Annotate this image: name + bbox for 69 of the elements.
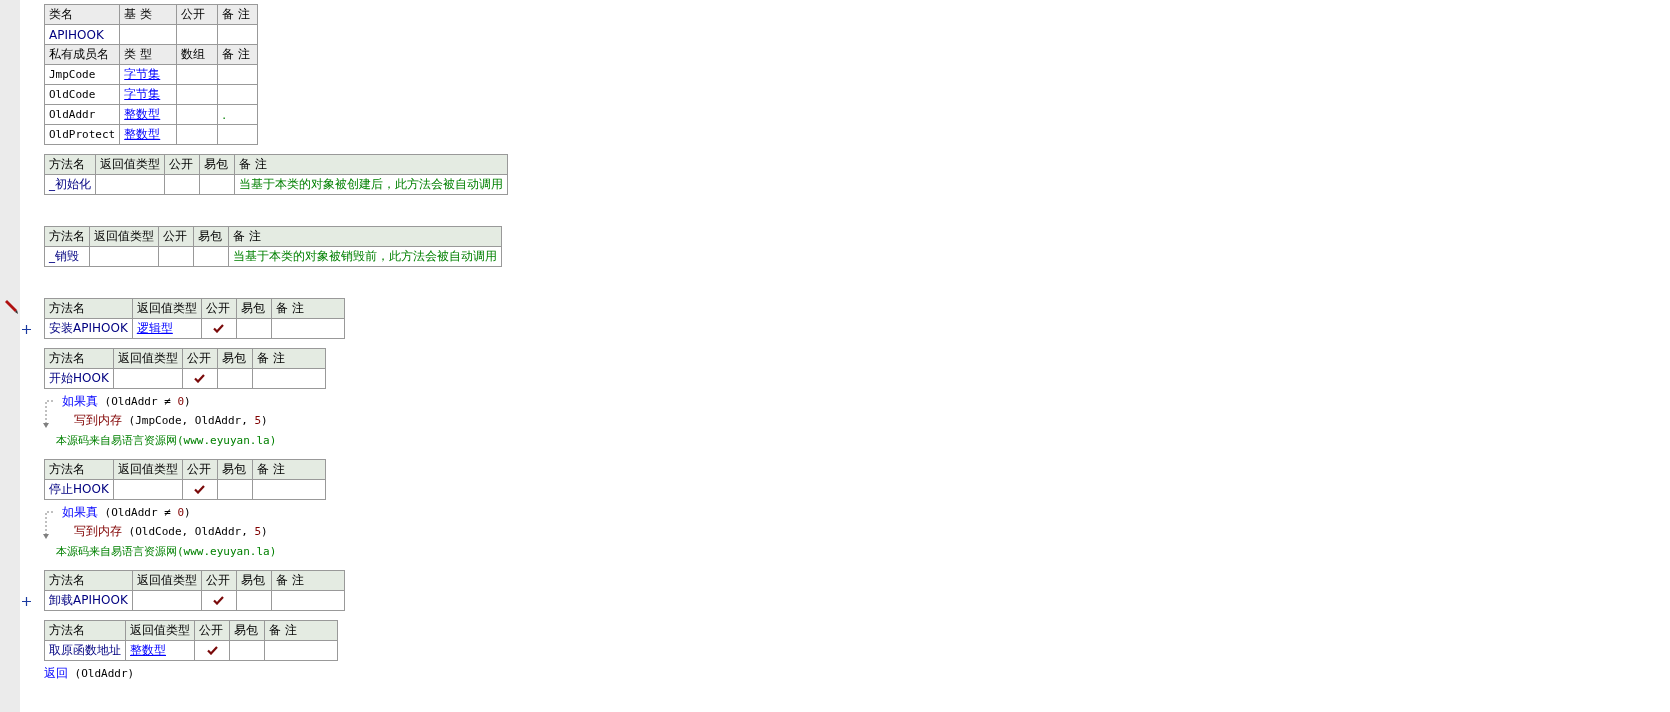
member-name: OldAddr xyxy=(44,104,120,125)
method-name: 卸载APIHOOK xyxy=(44,590,133,611)
column-header: 公开 xyxy=(201,570,237,591)
checkmark-icon[interactable] xyxy=(213,323,225,333)
column-header: 易包 xyxy=(236,298,272,319)
method-name: 停止HOOK xyxy=(44,479,114,500)
column-header: 返回值类型 xyxy=(89,226,159,247)
column-header: 公开 xyxy=(201,298,237,319)
column-header: 备 注 xyxy=(234,154,508,175)
code-line: 如果真 (OldAddr ≠ 0) xyxy=(62,395,191,408)
column-header: 方法名 xyxy=(44,298,133,319)
column-header: 备 注 xyxy=(271,298,345,319)
column-header: 公开 xyxy=(158,226,194,247)
column-header: 类名 xyxy=(44,4,120,25)
code-comment: 本源码来自易语言资源网(www.eyuyan.la) xyxy=(56,434,277,447)
method-note: 当基于本类的对象被创建后，此方法会被自动调用 xyxy=(239,177,503,191)
column-header: 私有成员名 xyxy=(44,44,120,65)
column-header: 备 注 xyxy=(271,570,345,591)
code-line: 写到内存 (OldCode, OldAddr, 5) xyxy=(74,525,268,538)
column-header: 公开 xyxy=(182,348,218,369)
column-header: 方法名 xyxy=(44,620,126,641)
checkmark-icon[interactable] xyxy=(206,645,218,655)
checkmark-icon[interactable] xyxy=(194,373,206,383)
column-header: 公开 xyxy=(182,459,218,480)
column-header: 备 注 xyxy=(252,459,326,480)
column-header: 备 注 xyxy=(252,348,326,369)
column-header: 返回值类型 xyxy=(113,348,183,369)
method-name: _销毁 xyxy=(44,246,90,267)
column-header: 易包 xyxy=(236,570,272,591)
method-name: _初始化 xyxy=(44,174,96,195)
column-header: 返回值类型 xyxy=(113,459,183,480)
column-header: 返回值类型 xyxy=(132,570,202,591)
method-name: 开始HOOK xyxy=(44,368,114,389)
column-header: 备 注 xyxy=(264,620,338,641)
code-comment: 本源码来自易语言资源网(www.eyuyan.la) xyxy=(56,545,277,558)
column-header: 易包 xyxy=(217,348,253,369)
column-header: 公开 xyxy=(164,154,200,175)
column-header: 易包 xyxy=(217,459,253,480)
member-name: OldCode xyxy=(44,84,120,105)
method-name: 取原函数地址 xyxy=(44,640,126,661)
column-header: 方法名 xyxy=(44,570,133,591)
column-header: 返回值类型 xyxy=(132,298,202,319)
class-name: APIHOOK xyxy=(44,24,120,45)
column-header: 基 类 xyxy=(119,4,177,25)
column-header: 备 注 xyxy=(217,4,258,25)
member-note: . xyxy=(222,107,227,122)
member-name: OldProtect xyxy=(44,124,120,145)
code-line: 写到内存 (JmpCode, OldAddr, 5) xyxy=(74,414,268,427)
column-header: 公开 xyxy=(194,620,230,641)
column-header: 易包 xyxy=(193,226,229,247)
code-line: 返回 (OldAddr) xyxy=(44,667,135,680)
checkmark-icon[interactable] xyxy=(213,595,225,605)
plus-icon[interactable] xyxy=(22,325,31,334)
code-line: 如果真 (OldAddr ≠ 0) xyxy=(62,506,191,519)
method-note: 当基于本类的对象被销毁前，此方法会被自动调用 xyxy=(233,249,497,263)
column-header: 返回值类型 xyxy=(95,154,165,175)
column-header: 易包 xyxy=(229,620,265,641)
member-name: JmpCode xyxy=(44,64,120,85)
column-header: 易包 xyxy=(199,154,235,175)
column-header: 方法名 xyxy=(44,154,96,175)
column-header: 方法名 xyxy=(44,459,114,480)
column-header: 方法名 xyxy=(44,348,114,369)
plus-icon[interactable] xyxy=(22,597,31,606)
column-header: 方法名 xyxy=(44,226,90,247)
method-name: 安装APIHOOK xyxy=(44,318,133,339)
column-header: 返回值类型 xyxy=(125,620,195,641)
checkmark-icon[interactable] xyxy=(194,484,206,494)
column-header: 公开 xyxy=(176,4,218,25)
column-header: 备 注 xyxy=(228,226,502,247)
